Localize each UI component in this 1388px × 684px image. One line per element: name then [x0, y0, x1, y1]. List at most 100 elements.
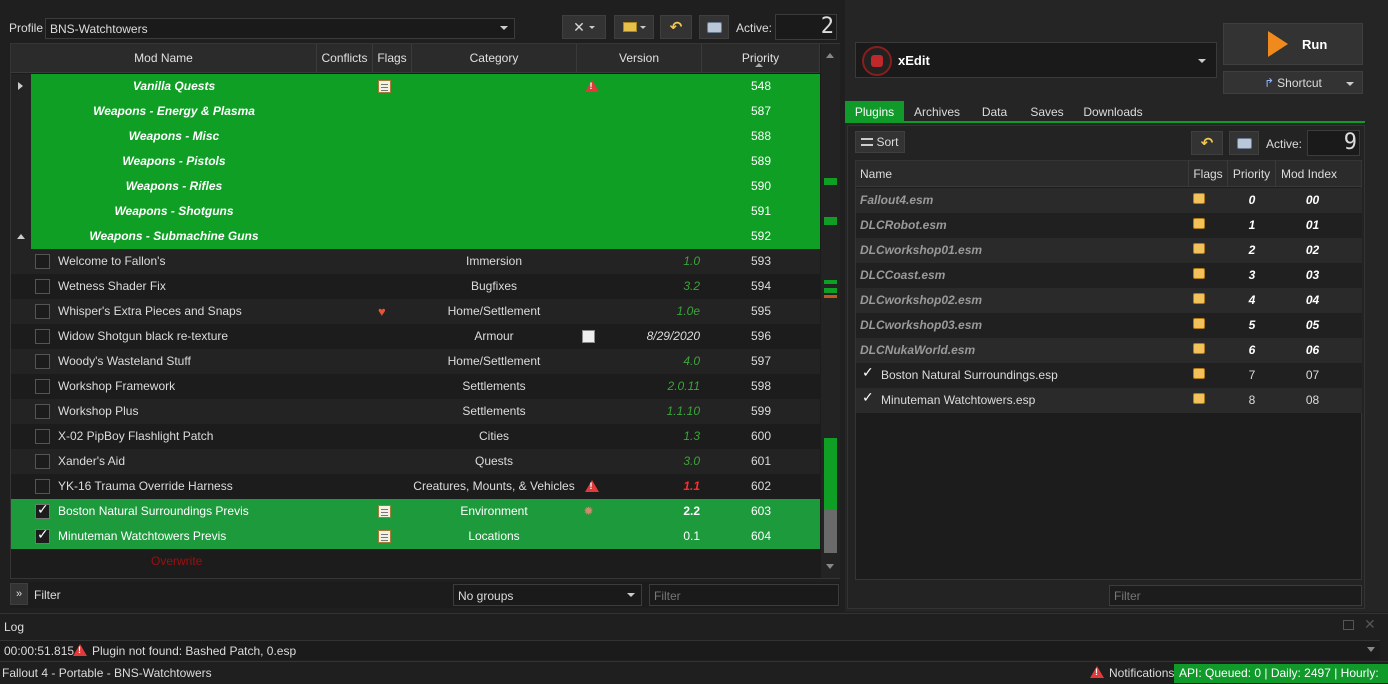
col-plugin-flags[interactable]: Flags: [1189, 161, 1228, 187]
plugin-row[interactable]: DLCRobot.esm 1 01: [856, 213, 1362, 238]
mod-enabled-checkbox[interactable]: [35, 254, 50, 269]
mod-enabled-checkbox[interactable]: [35, 379, 50, 394]
plugin-row[interactable]: DLCCoast.esm 3 03: [856, 263, 1362, 288]
mod-list-scrollbar[interactable]: [821, 44, 840, 578]
mod-category: Quests: [474, 454, 513, 468]
mod-enabled-checkbox[interactable]: [35, 526, 50, 544]
separator-row[interactable]: Weapons - Energy & Plasma 587: [11, 99, 820, 124]
col-category[interactable]: Category: [412, 44, 577, 72]
mod-enabled-checkbox[interactable]: [35, 304, 50, 319]
separator-row[interactable]: Weapons - Rifles 590: [11, 174, 820, 199]
mod-enabled-checkbox[interactable]: [35, 479, 50, 494]
groups-select[interactable]: No groups: [453, 584, 642, 606]
plugins-restore-button[interactable]: ↶: [1191, 131, 1223, 155]
mod-row[interactable]: Wetness Shader Fix Bugfixes 3.2 594: [11, 274, 820, 299]
separator-row[interactable]: Vanilla Quests 548: [11, 74, 820, 99]
run-button[interactable]: Run: [1223, 23, 1363, 65]
scroll-marker: [824, 438, 837, 510]
plugin-row[interactable]: DLCworkshop02.esm 4 04: [856, 288, 1362, 313]
sort-asc-icon: [755, 63, 763, 67]
plugin-row[interactable]: Boston Natural Surroundings.esp 7 07: [856, 363, 1362, 388]
tab-archives[interactable]: Archives: [907, 101, 967, 123]
tab-saves[interactable]: Saves: [1023, 101, 1071, 123]
col-mod-index[interactable]: Mod Index: [1276, 161, 1361, 187]
mod-enabled-checkbox[interactable]: [35, 501, 50, 519]
mod-enabled-checkbox[interactable]: [35, 329, 50, 344]
col-conflicts[interactable]: Conflicts: [317, 44, 373, 72]
mod-row[interactable]: Minuteman Watchtowers Previs Locations 0.1…: [11, 524, 820, 549]
col-plugin-priority[interactable]: Priority: [1228, 161, 1276, 187]
scroll-thumb[interactable]: [824, 510, 837, 553]
mod-version: 1.0: [683, 254, 700, 268]
separator-row[interactable]: Weapons - Shotguns 591: [11, 199, 820, 224]
plugin-priority: 7: [1248, 368, 1256, 382]
sort-button[interactable]: Sort: [855, 131, 905, 153]
mod-version: 8/29/2020: [646, 329, 700, 343]
mod-row[interactable]: Workshop Plus Settlements 1.1.10 599: [11, 399, 820, 424]
plugin-flag-icon: [1193, 218, 1205, 232]
mod-row[interactable]: Woody's Wasteland Stuff Home/Settlement 4.…: [11, 349, 820, 374]
tab-plugins[interactable]: Plugins: [845, 101, 904, 123]
separator-row[interactable]: Weapons - Pistols 589: [11, 149, 820, 174]
mod-filter-input[interactable]: Filter: [649, 584, 839, 606]
plugin-row[interactable]: DLCNukaWorld.esm 6 06: [856, 338, 1362, 363]
col-version[interactable]: Version: [577, 44, 702, 72]
plugin-row[interactable]: Minuteman Watchtowers.esp 8 08: [856, 388, 1362, 413]
mod-enabled-checkbox[interactable]: [35, 404, 50, 419]
mod-row[interactable]: Welcome to Fallon's Immersion 1.0 593: [11, 249, 820, 274]
separator-row[interactable]: Weapons - Misc 588: [11, 124, 820, 149]
mod-row[interactable]: Whisper's Extra Pieces and Snaps ♥ Home/Se…: [11, 299, 820, 324]
mod-list[interactable]: Mod Name Conflicts Flags Category Versio…: [10, 43, 840, 579]
separator-row[interactable]: Weapons - Submachine Guns 592: [11, 224, 820, 249]
tab-downloads[interactable]: Downloads: [1078, 101, 1148, 123]
mod-row[interactable]: Workshop Framework Settlements 2.0.11 598: [11, 374, 820, 399]
mod-row[interactable]: Boston Natural Surroundings Previs✹Envir…: [11, 499, 820, 524]
plugin-row[interactable]: Fallout4.esm 0 00: [856, 188, 1362, 213]
mod-row[interactable]: Xander's Aid Quests 3.0 601: [11, 449, 820, 474]
plugin-filter-input[interactable]: Filter: [1109, 585, 1362, 606]
notifications-button[interactable]: Notifications: [1109, 666, 1174, 680]
plugins-backup-button[interactable]: [1229, 131, 1259, 155]
mod-row[interactable]: X-02 PipBoy Flashlight Patch Cities 1.3 600: [11, 424, 820, 449]
mod-name: Welcome to Fallon's: [58, 254, 166, 268]
col-flags[interactable]: Flags: [373, 44, 412, 72]
warning-icon: [580, 74, 603, 99]
shortcut-button[interactable]: ↱ Shortcut: [1223, 71, 1363, 94]
plugin-enabled-checkbox[interactable]: [861, 364, 876, 383]
restore-backup-button[interactable]: ↶: [660, 15, 692, 39]
backup-button[interactable]: [699, 15, 729, 39]
close-icon[interactable]: ✕: [1364, 616, 1376, 633]
plugin-name: DLCCoast.esm: [860, 268, 946, 282]
float-icon[interactable]: [1343, 620, 1354, 630]
expand-filters-button[interactable]: »: [10, 583, 28, 605]
plugin-row[interactable]: DLCworkshop01.esm 2 02: [856, 238, 1362, 263]
mod-name: Woody's Wasteland Stuff: [58, 354, 191, 368]
backup-icon: [706, 21, 722, 33]
mod-enabled-checkbox[interactable]: [35, 454, 50, 469]
chevron-down-icon[interactable]: [1367, 647, 1375, 652]
mod-enabled-checkbox[interactable]: [35, 354, 50, 369]
tools-button[interactable]: ✕: [562, 15, 606, 39]
scroll-up-icon[interactable]: [826, 53, 834, 58]
col-priority[interactable]: Priority: [702, 44, 820, 72]
executable-select[interactable]: xEdit: [855, 42, 1217, 78]
mod-enabled-checkbox[interactable]: [35, 279, 50, 294]
scroll-down-icon[interactable]: [826, 564, 834, 569]
plugin-enabled-checkbox[interactable]: [861, 389, 876, 408]
col-plugin-name[interactable]: Name: [856, 161, 1189, 187]
collapse-arrow-icon[interactable]: [17, 234, 25, 239]
plugin-mod-index: 03: [1305, 268, 1320, 282]
mod-row[interactable]: Widow Shotgun black re-texture Armour 8/29…: [11, 324, 820, 349]
plugin-list[interactable]: Name Flags Priority Mod Index Fallout4.e…: [855, 160, 1362, 580]
col-mod-name[interactable]: Mod Name: [11, 44, 317, 72]
mod-row[interactable]: YK-16 Trauma Override Harness Creatures, …: [11, 474, 820, 499]
profile-select[interactable]: BNS-Watchtowers: [45, 18, 515, 39]
tab-data[interactable]: Data: [972, 101, 1017, 123]
mod-priority: 604: [750, 529, 772, 543]
mod-priority: 592: [750, 229, 772, 243]
mod-enabled-checkbox[interactable]: [35, 429, 50, 444]
mod-name: Weapons - Submachine Guns: [89, 229, 259, 243]
plugin-row[interactable]: DLCworkshop03.esm 5 05: [856, 313, 1362, 338]
expand-arrow-icon[interactable]: [18, 82, 23, 90]
open-folder-button[interactable]: [614, 15, 654, 39]
